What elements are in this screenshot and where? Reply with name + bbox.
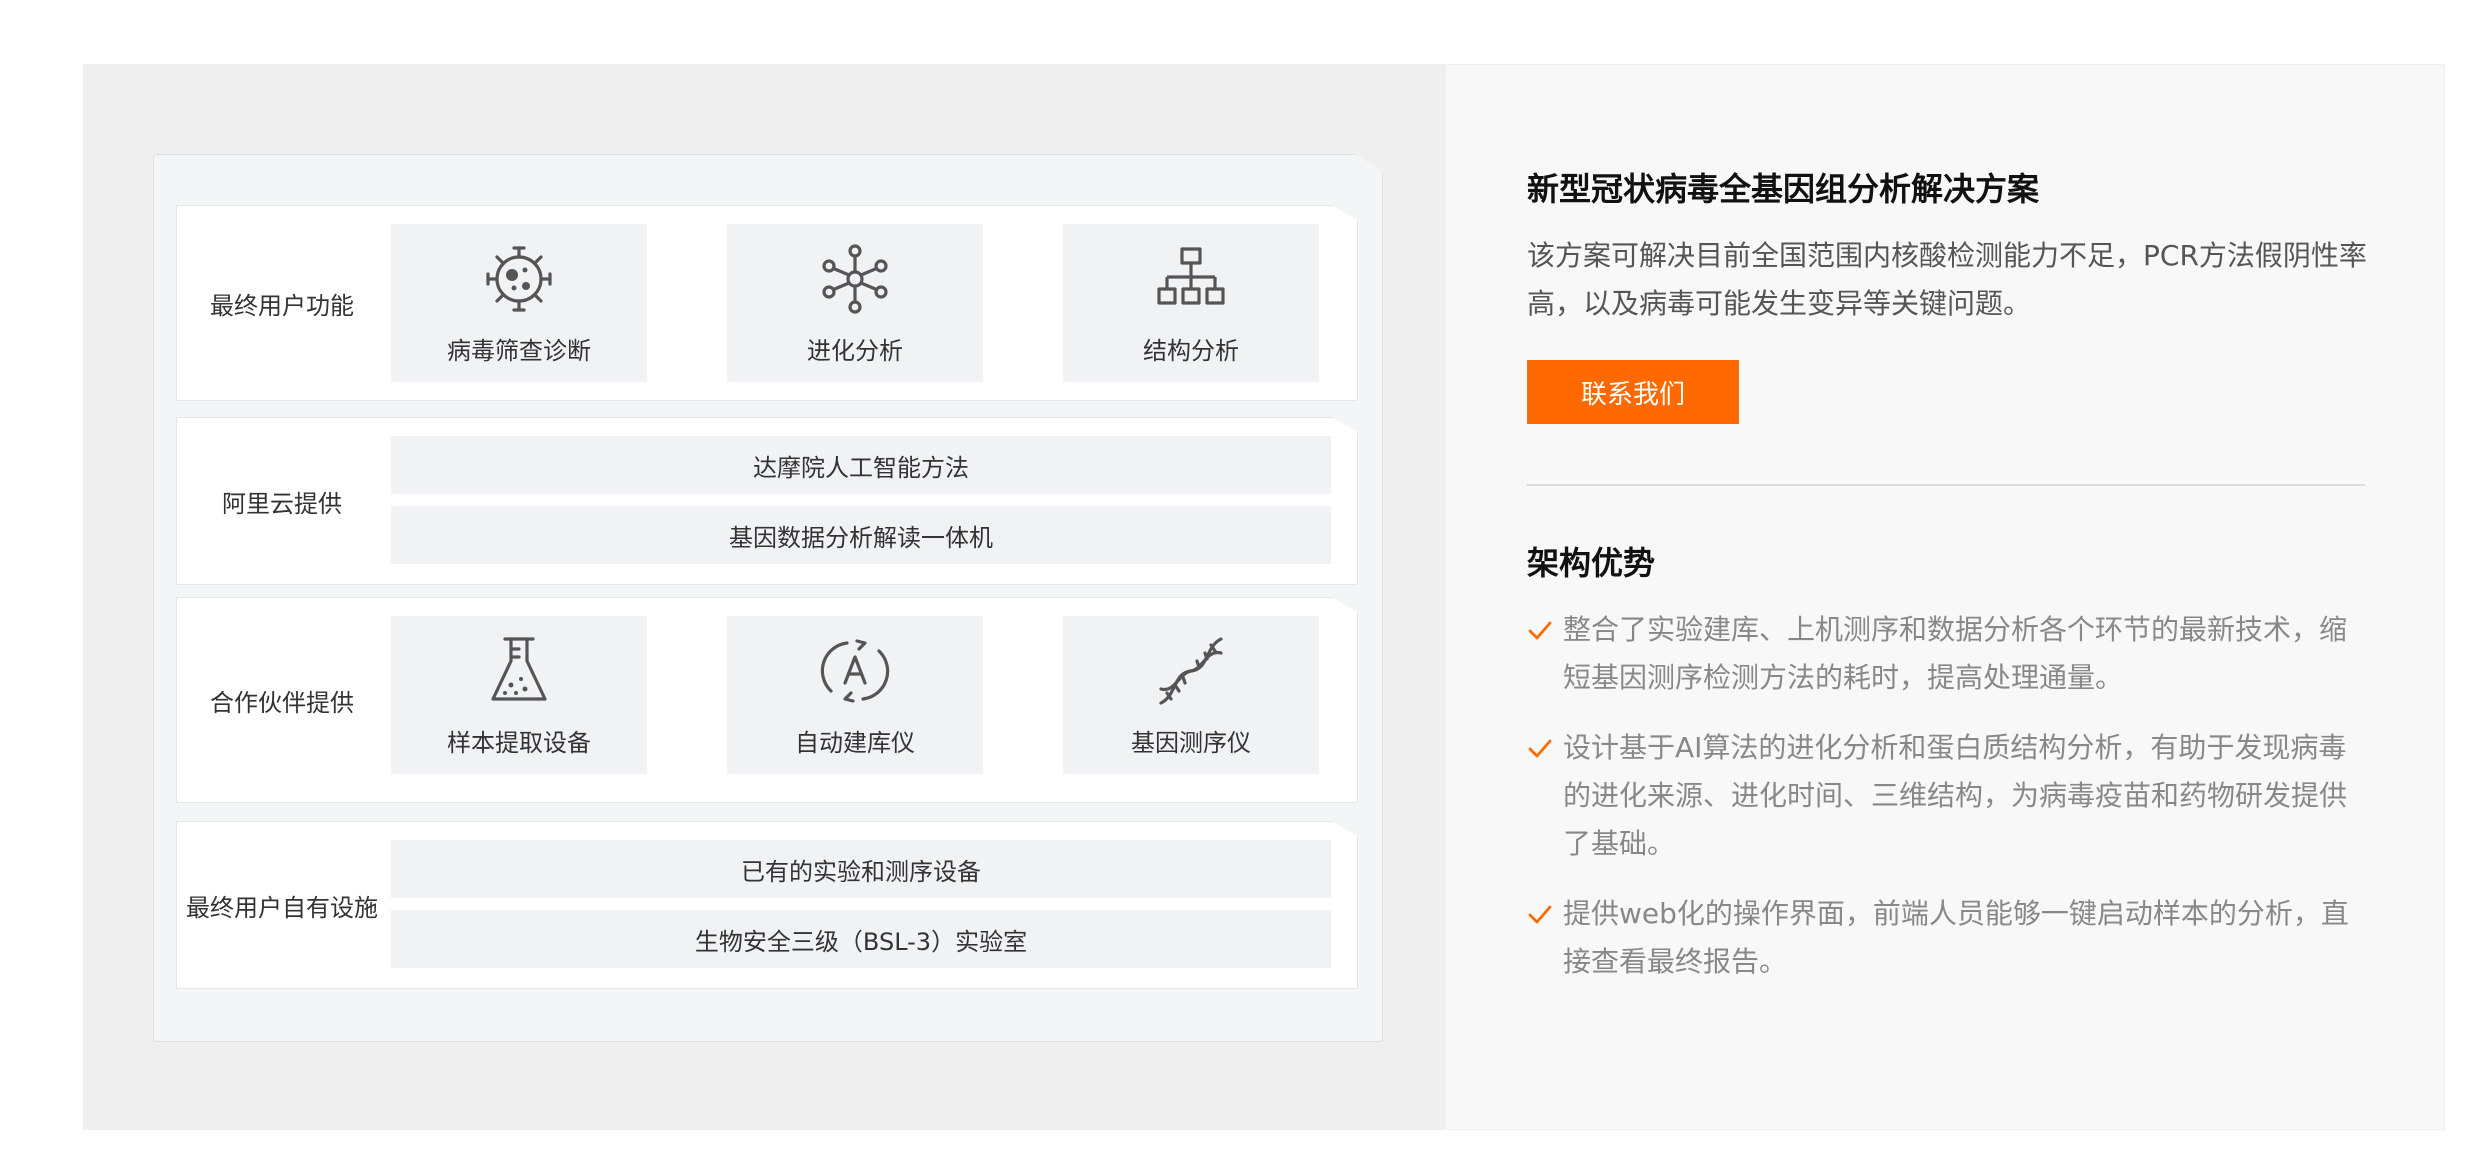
tile-label: 自动建库仪 — [795, 729, 915, 757]
solution-description: 该方案可解决目前全国范围内核酸检测能力不足，PCR方法假阴性率高，以及病毒可能发… — [1527, 239, 2367, 320]
check-icon — [1527, 618, 1553, 644]
list-item: 整合了实验建库、上机测序和数据分析各个环节的最新技术，缩短基因测序检测方法的耗时… — [1527, 606, 2367, 702]
auto-cycle-icon — [817, 633, 893, 709]
solution-title: 新型冠状病毒全基因组分析解决方案 — [1527, 170, 2040, 208]
row-label: 阿里云提供 — [222, 489, 342, 518]
architecture-panel: 最终用户功能 病毒筛查诊断 进化分析 结构分析 阿里云提供 达摩院人工智能方法 … — [83, 64, 1445, 1130]
check-icon — [1527, 902, 1553, 928]
architecture-diagram: 最终用户功能 病毒筛查诊断 进化分析 结构分析 阿里云提供 达摩院人工智能方法 … — [153, 154, 1383, 1042]
solution-section: 最终用户功能 病毒筛查诊断 进化分析 结构分析 阿里云提供 达摩院人工智能方法 … — [83, 64, 2445, 1130]
tile-auto-library: 自动建库仪 — [727, 616, 983, 774]
advantages-title: 架构优势 — [1527, 544, 1656, 582]
row-label: 最终用户功能 — [210, 291, 354, 320]
tile-gene-sequencer: 基因测序仪 — [1063, 616, 1319, 774]
list-item: 提供web化的操作界面，前端人员能够一键启动样本的分析，直接查看最终报告。 — [1527, 890, 2367, 986]
tile-label: 样本提取设备 — [447, 729, 591, 757]
contact-us-button[interactable]: 联系我们 — [1527, 360, 1739, 424]
bar-existing-equipment: 已有的实验和测序设备 — [391, 840, 1331, 898]
bar-bsl3-lab: 生物安全三级（BSL-3）实验室 — [391, 910, 1331, 968]
advantages-list: 整合了实验建库、上机测序和数据分析各个环节的最新技术，缩短基因测序检测方法的耗时… — [1527, 606, 2367, 1008]
dna-icon — [1153, 633, 1229, 709]
row-end-user-functions: 最终用户功能 病毒筛查诊断 进化分析 结构分析 — [176, 205, 1358, 401]
row-label: 最终用户自有设施 — [186, 893, 378, 922]
advantage-text: 整合了实验建库、上机测序和数据分析各个环节的最新技术，缩短基因测序检测方法的耗时… — [1563, 613, 2348, 694]
list-item: 设计基于AI算法的进化分析和蛋白质结构分析，有助于发现病毒的进化来源、进化时间、… — [1527, 724, 2367, 868]
virus-icon — [481, 241, 557, 317]
flask-icon — [481, 633, 557, 709]
tile-label: 结构分析 — [1143, 337, 1239, 365]
description-panel: 新型冠状病毒全基因组分析解决方案 该方案可解决目前全国范围内核酸检测能力不足，P… — [1445, 64, 2445, 1130]
tile-virus-screening: 病毒筛查诊断 — [391, 224, 647, 382]
tile-sample-extraction: 样本提取设备 — [391, 616, 647, 774]
bar-damo-ai: 达摩院人工智能方法 — [391, 436, 1331, 494]
hierarchy-icon — [1153, 241, 1229, 317]
tile-label: 进化分析 — [807, 337, 903, 365]
tile-label: 基因测序仪 — [1131, 729, 1251, 757]
row-alibaba-cloud: 阿里云提供 达摩院人工智能方法 基因数据分析解读一体机 — [176, 417, 1358, 585]
tile-evolution-analysis: 进化分析 — [727, 224, 983, 382]
molecule-network-icon — [817, 241, 893, 317]
bar-gene-analysis-machine: 基因数据分析解读一体机 — [391, 506, 1331, 564]
row-label: 合作伙伴提供 — [210, 688, 354, 717]
divider — [1527, 484, 2365, 486]
tile-structure-analysis: 结构分析 — [1063, 224, 1319, 382]
row-partners: 合作伙伴提供 样本提取设备 自动建库仪 基因测序仪 — [176, 597, 1358, 803]
tile-label: 病毒筛查诊断 — [447, 337, 591, 365]
check-icon — [1527, 736, 1553, 762]
row-end-user-facilities: 最终用户自有设施 已有的实验和测序设备 生物安全三级（BSL-3）实验室 — [176, 821, 1358, 989]
advantage-text: 设计基于AI算法的进化分析和蛋白质结构分析，有助于发现病毒的进化来源、进化时间、… — [1563, 731, 2348, 860]
advantage-text: 提供web化的操作界面，前端人员能够一键启动样本的分析，直接查看最终报告。 — [1563, 897, 2349, 978]
